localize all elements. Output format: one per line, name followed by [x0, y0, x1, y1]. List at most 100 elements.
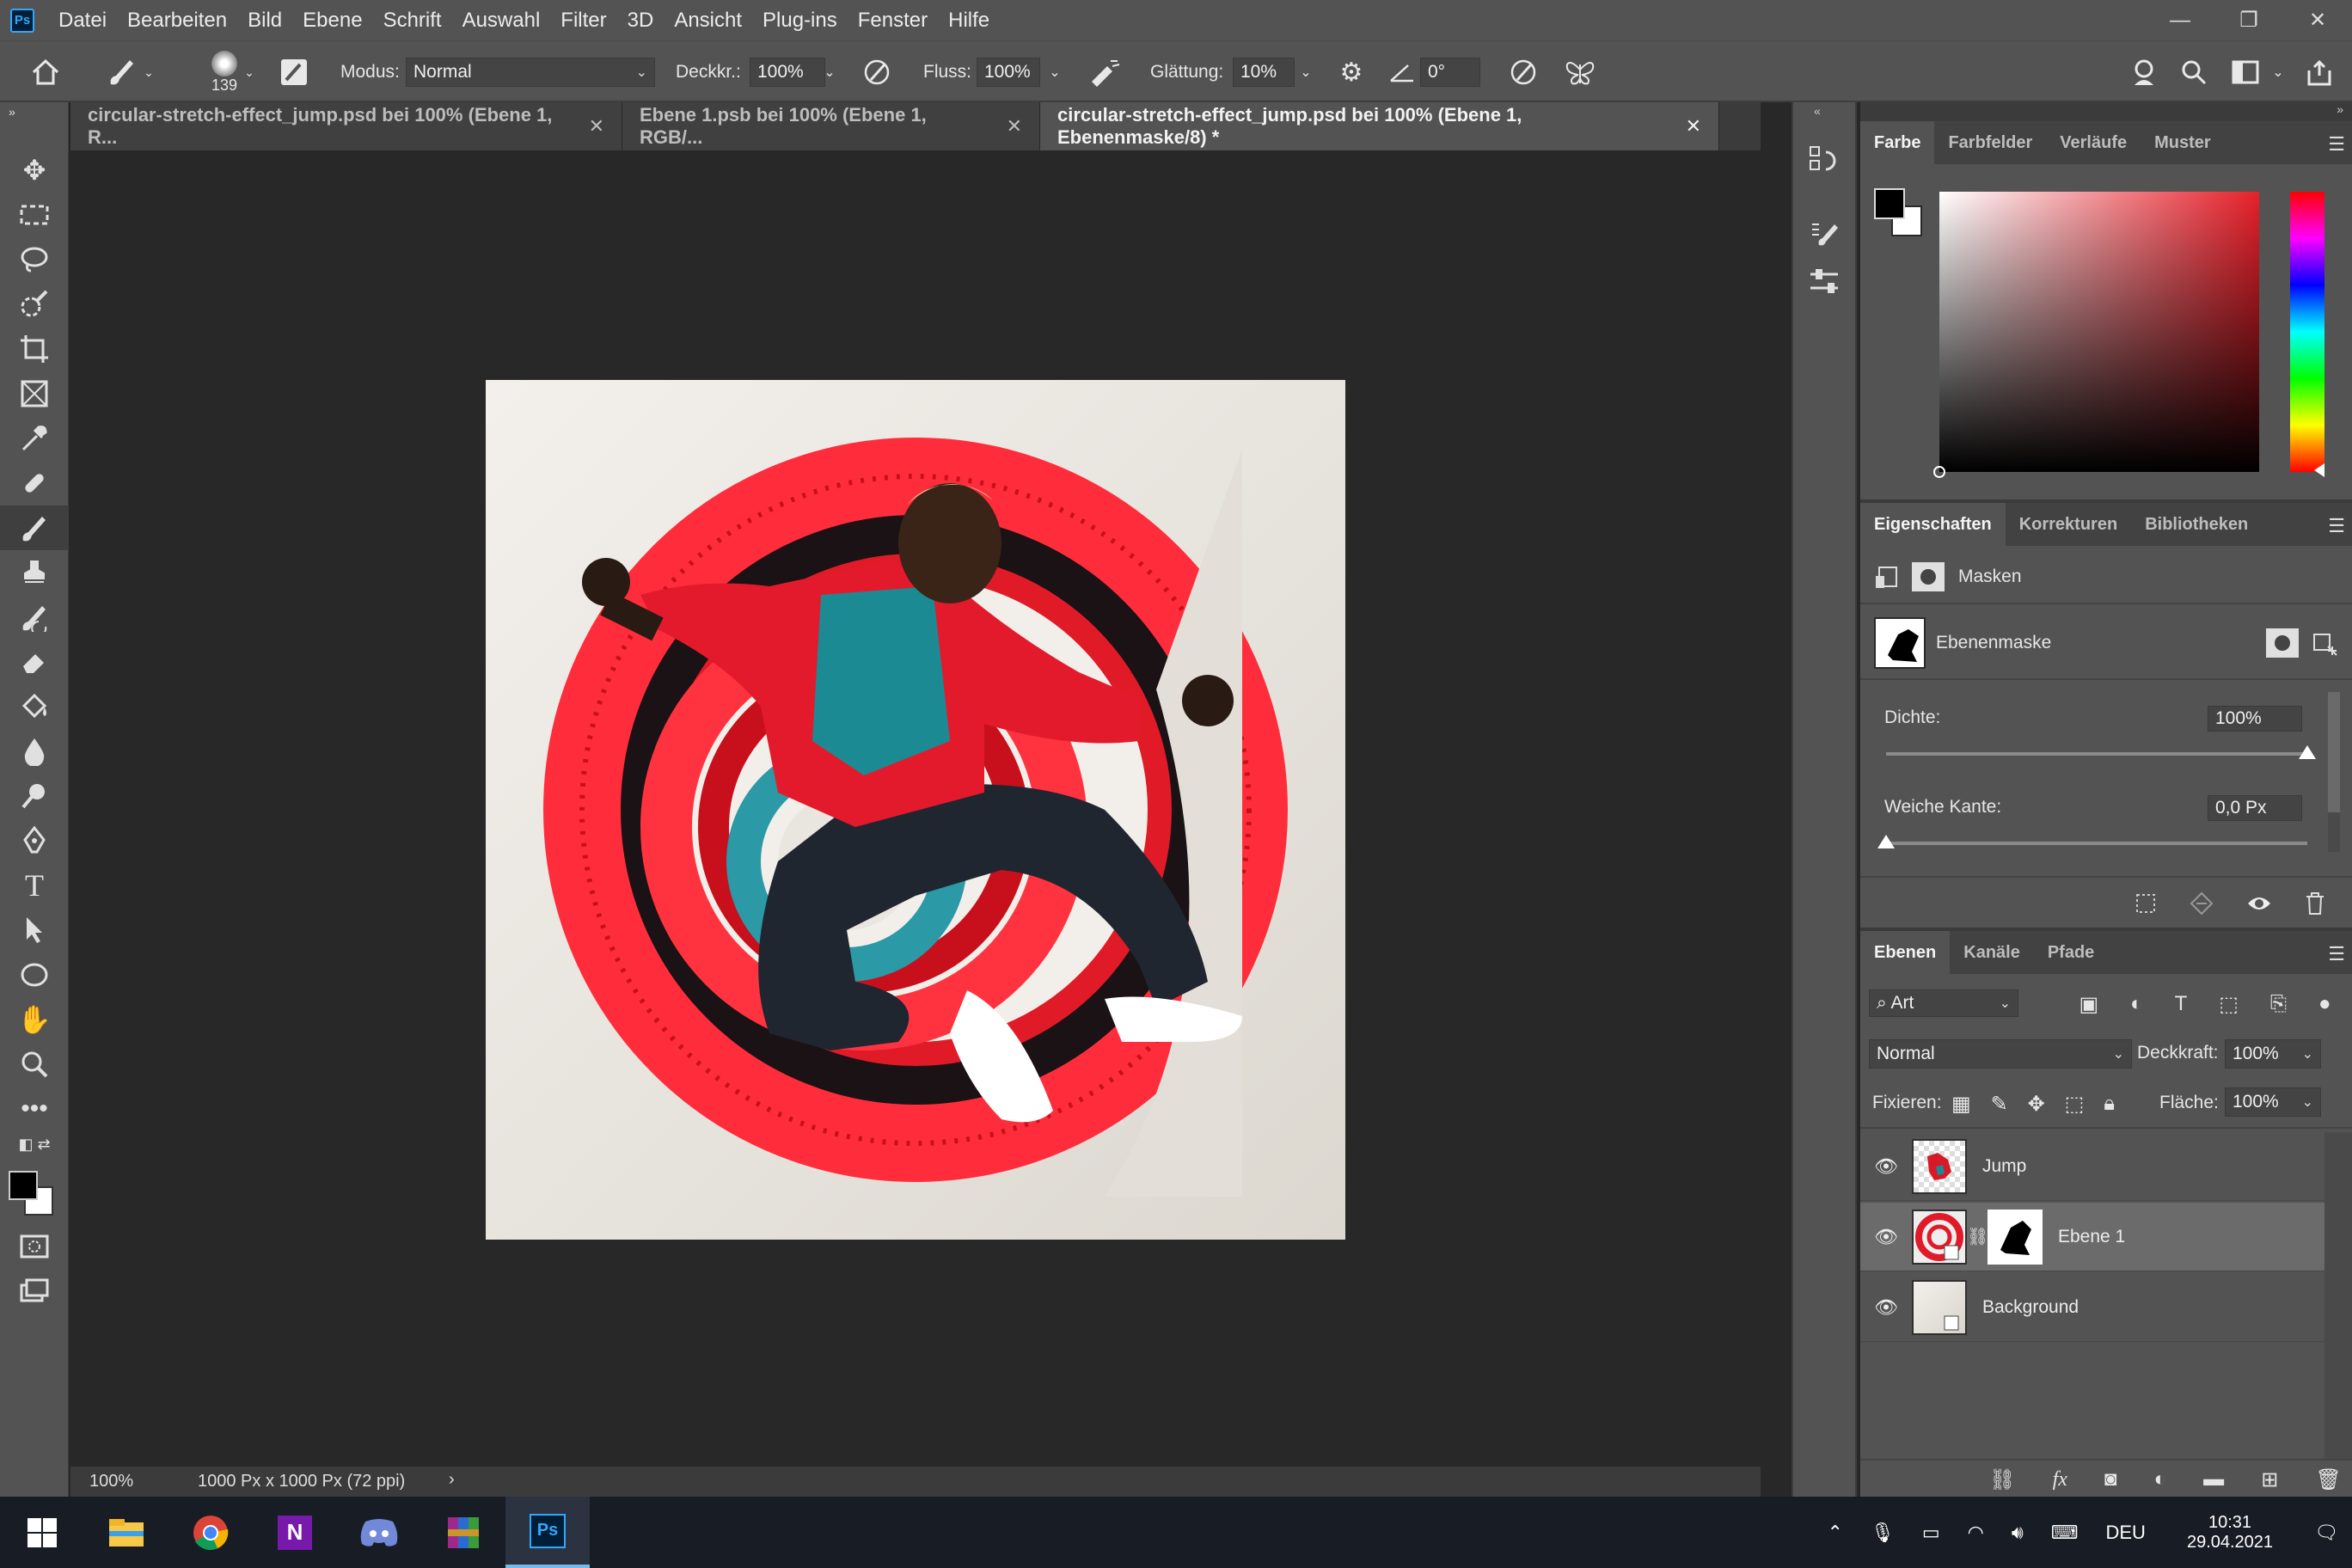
add-mask-icon[interactable]: ◙	[2104, 1467, 2117, 1491]
symmetry-butterfly-icon[interactable]	[1561, 41, 1599, 103]
restore-button[interactable]: ❐	[2214, 0, 2283, 40]
filter-toggle-icon[interactable]: ●	[2318, 992, 2331, 1016]
pressure-opacity-icon[interactable]	[860, 41, 894, 103]
layer-opacity-input[interactable]: 100% ⌄	[2225, 1039, 2321, 1069]
lock-image-icon[interactable]: ✎	[1991, 1092, 2008, 1117]
lasso-tool-icon[interactable]	[0, 237, 69, 282]
tab-muster[interactable]: Muster	[2141, 121, 2225, 164]
tab-farbfelder[interactable]: Farbfelder	[1934, 121, 2046, 164]
brush-settings-panel-icon[interactable]	[1802, 211, 1847, 255]
menu-bild[interactable]: Bild	[237, 0, 292, 40]
color-swatches[interactable]	[9, 1171, 57, 1219]
pen-tool-icon[interactable]	[0, 818, 69, 863]
density-slider-track[interactable]	[1886, 752, 2307, 756]
layer-filter-select[interactable]: ⌕ Art ⌄	[1869, 989, 2018, 1017]
brush-tool-icon[interactable]	[0, 505, 69, 550]
move-tool-icon[interactable]: ✥	[0, 148, 69, 193]
layers-scrollbar[interactable]	[2324, 1132, 2352, 1459]
tab-ebenen[interactable]: Ebenen	[1860, 931, 1951, 974]
layer-row-ebene-1[interactable]: 👁︎ ⛓︎ Ebene 1	[1860, 1203, 2324, 1271]
eyedropper-tool-icon[interactable]	[0, 416, 69, 461]
menu-auswahl[interactable]: Auswahl	[452, 0, 551, 40]
chevron-up-icon[interactable]: ⌃	[1827, 1522, 1842, 1544]
menu-plugins[interactable]: Plug-ins	[752, 0, 848, 40]
feather-slider-track[interactable]	[1886, 842, 2307, 845]
default-colors-icon[interactable]: ◧ ⇄	[0, 1130, 69, 1158]
mode-select[interactable]: Normal ⌄	[406, 58, 655, 87]
minimize-button[interactable]: —	[2146, 0, 2214, 40]
user-search-icon[interactable]	[2127, 41, 2165, 103]
close-window-button[interactable]: ✕	[2283, 0, 2352, 40]
feather-slider-handle[interactable]	[1877, 835, 1895, 848]
clone-stamp-tool-icon[interactable]	[0, 550, 69, 595]
tab-verlaeufe[interactable]: Verläufe	[2046, 121, 2141, 164]
new-layer-icon[interactable]: ⊞	[2261, 1467, 2278, 1492]
trash-icon[interactable]	[2305, 891, 2325, 916]
home-icon[interactable]	[15, 41, 76, 103]
hue-slider-handle[interactable]	[2314, 463, 2324, 477]
panel-menu-icon[interactable]: ☰	[2328, 943, 2345, 965]
layer-row-jump[interactable]: 👁︎ Jump	[1860, 1132, 2324, 1201]
status-menu-arrow[interactable]: ›	[449, 1470, 455, 1490]
path-selection-tool-icon[interactable]	[0, 908, 69, 952]
language-indicator[interactable]: DEU	[2106, 1522, 2146, 1544]
layer-mask-thumbnail[interactable]	[1988, 1209, 2043, 1265]
properties-scrollbar[interactable]	[2328, 692, 2340, 852]
menu-3d[interactable]: 3D	[617, 0, 665, 40]
tab-bibliotheken[interactable]: Bibliotheken	[2131, 503, 2262, 546]
tab-eigenschaften[interactable]: Eigenschaften	[1860, 503, 2006, 546]
collapse-panels-icon[interactable]: «	[1814, 104, 1821, 118]
pressure-size-icon[interactable]	[1504, 41, 1542, 103]
more-tools-icon[interactable]: •••	[0, 1087, 69, 1131]
workspace-icon[interactable]	[2226, 41, 2264, 103]
menu-filter[interactable]: Filter	[550, 0, 616, 40]
blur-tool-icon[interactable]	[0, 729, 69, 774]
pixel-mask-icon[interactable]	[1874, 564, 1900, 590]
quick-mask-icon[interactable]	[0, 1224, 69, 1269]
photoshop-logo-icon[interactable]: Ps	[10, 8, 34, 33]
lock-artboard-icon[interactable]: ⬚	[2065, 1092, 2085, 1117]
close-icon[interactable]: ✕	[1007, 115, 1022, 138]
type-filter-icon[interactable]: T	[2175, 992, 2188, 1016]
layer-row-background[interactable]: 👁︎ Background	[1860, 1273, 2324, 1342]
lock-all-icon[interactable]: 🔒︎	[2104, 1092, 2115, 1116]
feather-input[interactable]: 0,0 Px	[2208, 795, 2302, 821]
eraser-tool-icon[interactable]	[0, 640, 69, 684]
tab-pfade[interactable]: Pfade	[2034, 931, 2108, 974]
airbrush-icon[interactable]	[1085, 41, 1123, 103]
hue-slider[interactable]	[2290, 192, 2324, 472]
mask-link-icon[interactable]: ⛓︎	[1967, 1226, 1988, 1247]
history-brush-tool-icon[interactable]	[0, 595, 69, 640]
adjustments-panel-icon[interactable]	[1802, 259, 1847, 303]
visibility-eye-icon[interactable]: 👁︎	[1860, 1296, 1912, 1319]
angle-input[interactable]: 0°	[1420, 58, 1480, 87]
visibility-eye-icon[interactable]: 👁︎	[1860, 1155, 1912, 1178]
quick-selection-tool-icon[interactable]	[0, 282, 69, 327]
opacity-input[interactable]: 100%	[750, 58, 825, 87]
menu-ansicht[interactable]: Ansicht	[664, 0, 752, 40]
menu-ebene[interactable]: Ebene	[292, 0, 372, 40]
smart-object-filter-icon[interactable]: ⎘	[2270, 992, 2287, 1016]
tab-document-3[interactable]: circular-stretch-effect_jump.psd bei 100…	[1040, 102, 1719, 150]
apply-mask-icon[interactable]	[2190, 891, 2214, 916]
expand-panels-icon[interactable]: »	[2337, 102, 2343, 116]
notifications-icon[interactable]: 🗨︎	[2314, 1522, 2338, 1544]
smoothing-input[interactable]: 10%	[1233, 58, 1295, 87]
battery-icon[interactable]: ▭	[1922, 1522, 1940, 1544]
foreground-color-swatch[interactable]	[1874, 188, 1905, 219]
fx-icon[interactable]: fx	[2053, 1468, 2067, 1491]
chevron-down-icon[interactable]: ⌄	[1293, 41, 1319, 103]
lock-position-icon[interactable]: ✥	[2028, 1092, 2045, 1117]
saturation-brightness-picker[interactable]	[1933, 192, 2259, 478]
chevron-down-icon[interactable]: ⌄	[239, 41, 260, 103]
close-icon[interactable]: ✕	[1686, 115, 1701, 138]
chevron-down-icon[interactable]: ⌄	[2268, 41, 2288, 103]
chrome-icon[interactable]	[168, 1497, 253, 1568]
vector-mask-icon[interactable]	[2311, 629, 2338, 657]
screen-mode-icon[interactable]	[0, 1269, 69, 1314]
share-icon[interactable]	[2300, 41, 2338, 103]
gear-icon[interactable]: ⚙	[1332, 41, 1370, 103]
tab-korrekturen[interactable]: Korrekturen	[2006, 503, 2131, 546]
hand-tool-icon[interactable]: ✋	[0, 997, 69, 1042]
menu-bearbeiten[interactable]: Bearbeiten	[117, 0, 237, 40]
